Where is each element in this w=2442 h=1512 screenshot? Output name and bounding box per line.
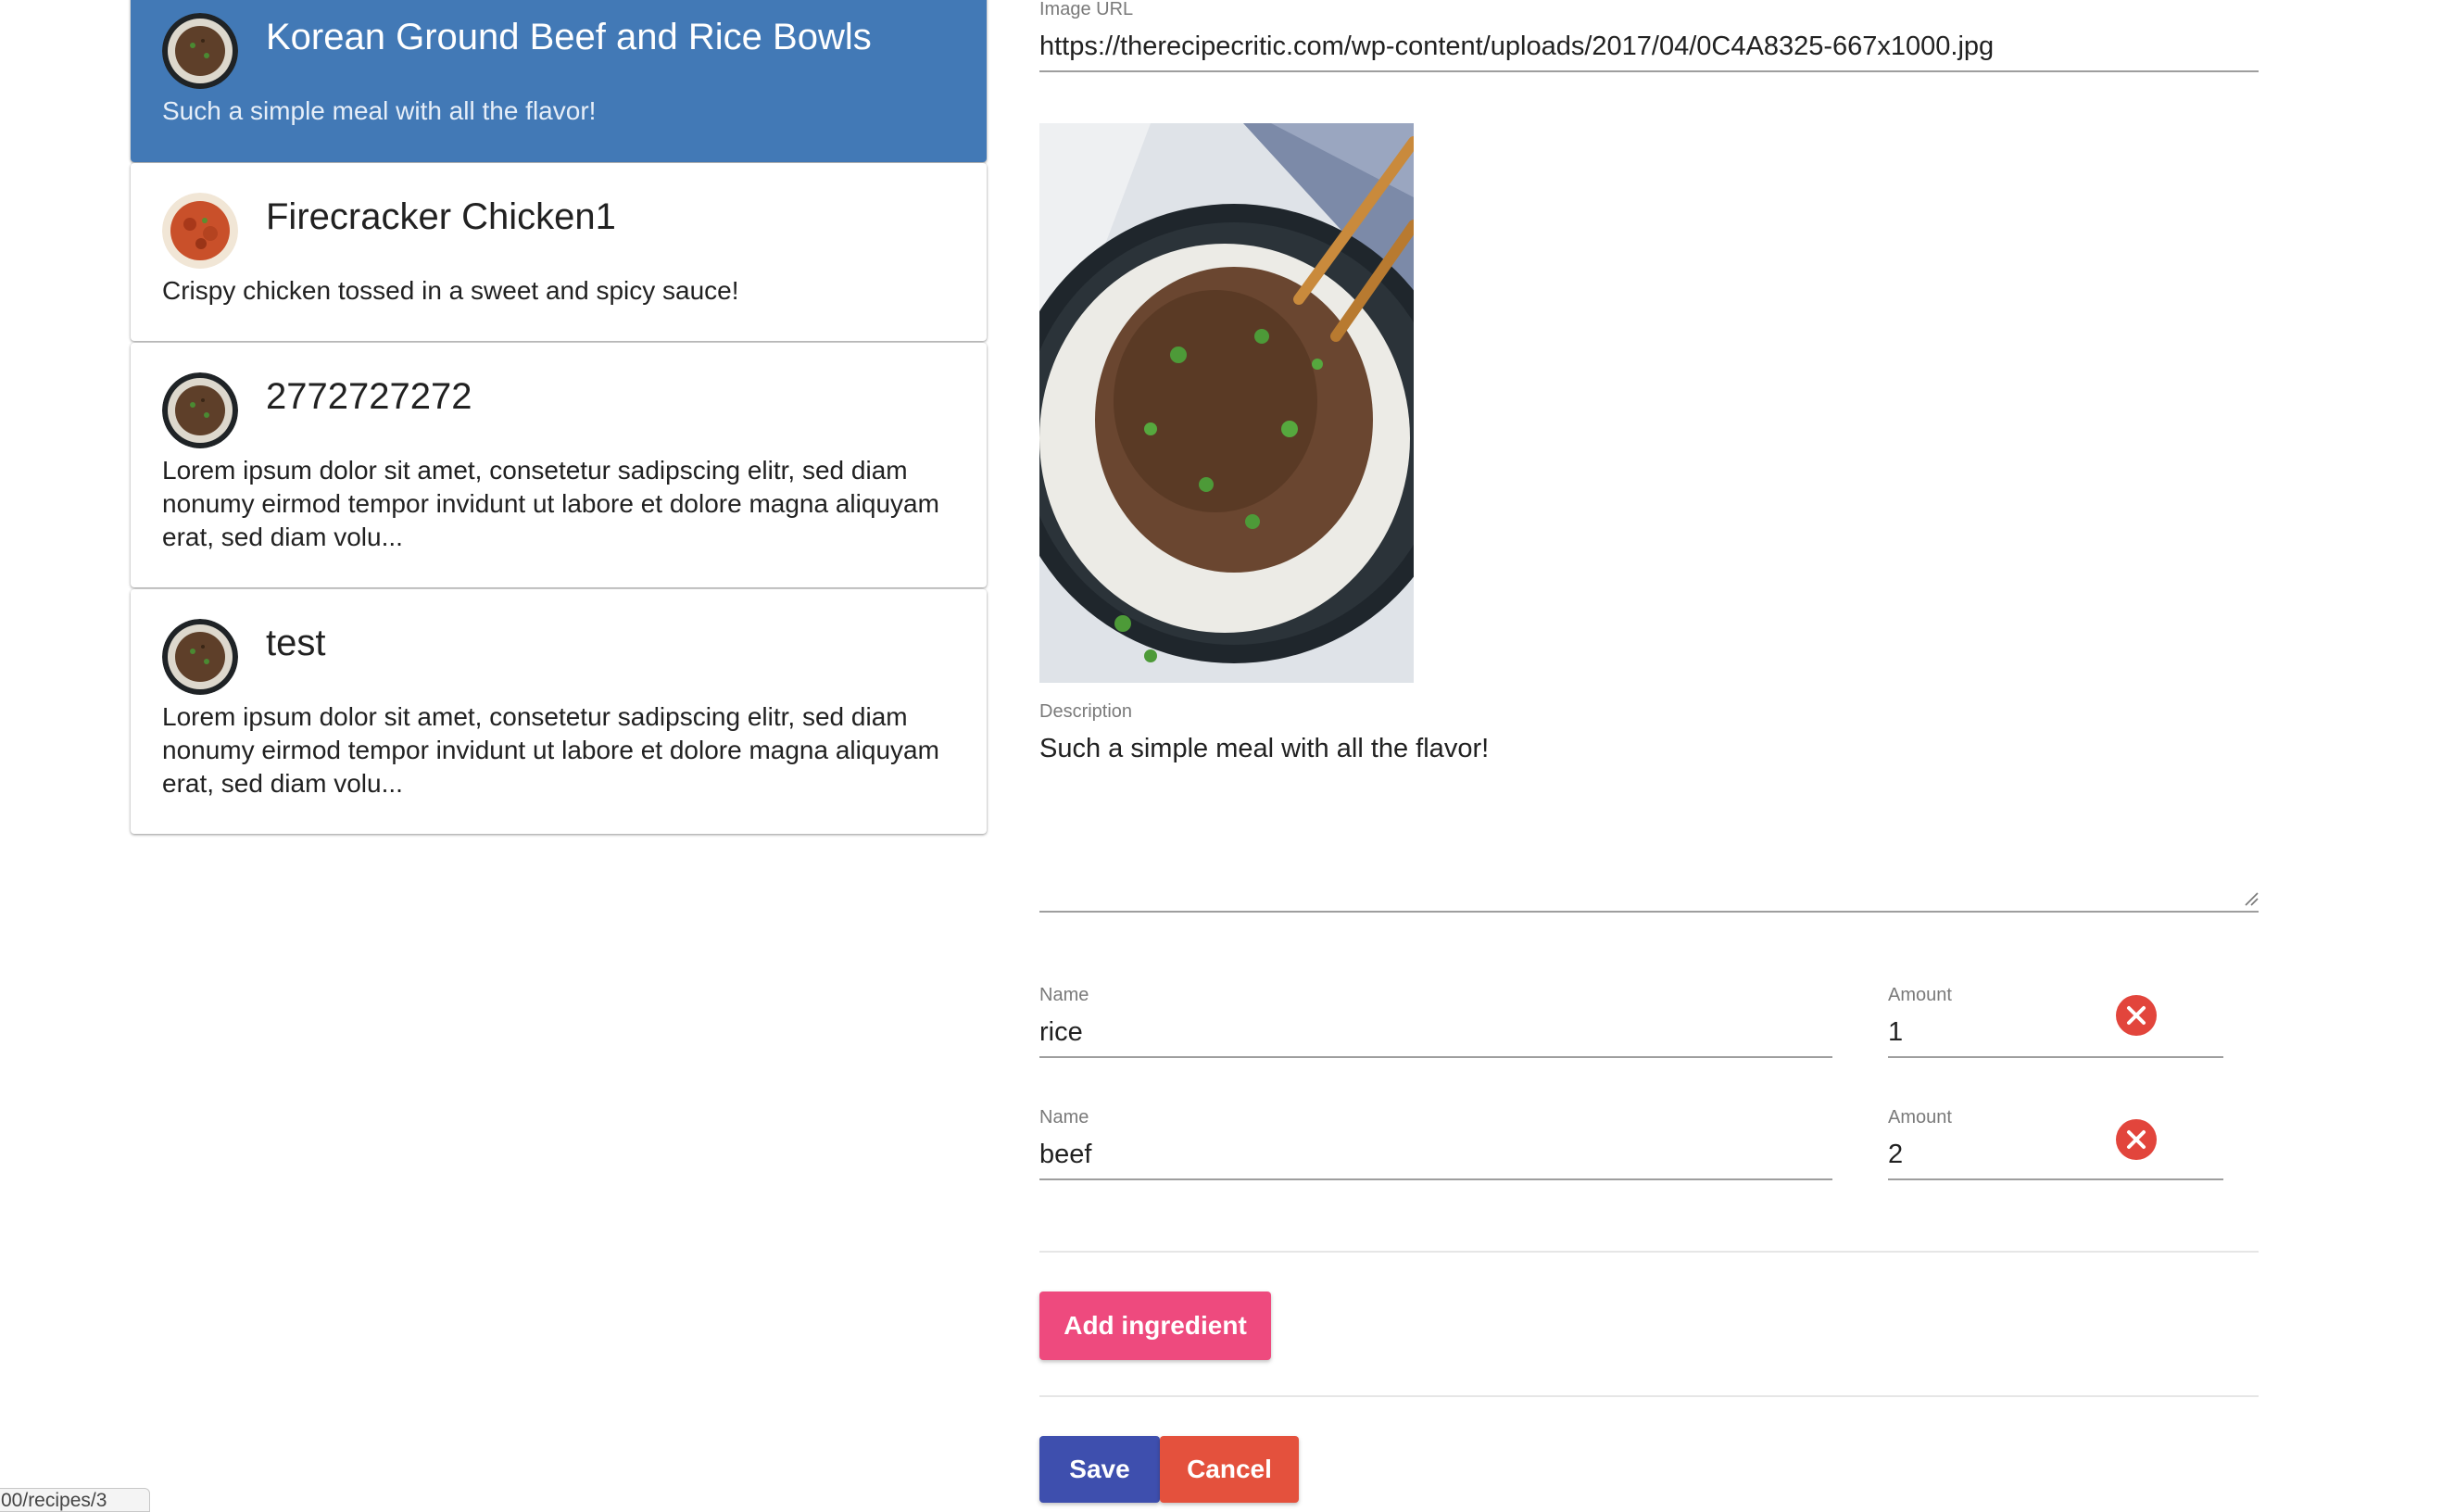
recipe-photo bbox=[1039, 123, 1414, 683]
ingredient-name-underline bbox=[1039, 1056, 1832, 1058]
ingredient-name-underline bbox=[1039, 1178, 1832, 1180]
remove-ingredient-button[interactable] bbox=[2116, 995, 2157, 1036]
ingredient-name-input[interactable] bbox=[1039, 1138, 1831, 1171]
recipe-card[interactable]: test Lorem ipsum dolor sit amet, consete… bbox=[131, 589, 987, 834]
recipe-card-active[interactable]: Korean Ground Beef and Rice Bowls Such a… bbox=[131, 0, 987, 162]
image-url-underline bbox=[1039, 70, 2259, 72]
ingredient-name-label: Name bbox=[1039, 1107, 1089, 1128]
recipe-card[interactable]: 2772727272 Lorem ipsum dolor sit amet, c… bbox=[131, 343, 987, 587]
recipe-thumbnail-avatar bbox=[162, 372, 238, 448]
recipe-description: Lorem ipsum dolor sit amet, consetetur s… bbox=[162, 702, 939, 798]
ingredient-name-input[interactable] bbox=[1039, 1015, 1831, 1049]
ingredient-amount-underline bbox=[1888, 1056, 2223, 1058]
recipe-description: Such a simple meal with all the flavor! bbox=[162, 96, 597, 125]
ingredient-amount-label: Amount bbox=[1888, 1107, 1952, 1128]
recipe-card[interactable]: Firecracker Chicken1 Crispy chicken toss… bbox=[131, 163, 987, 341]
recipe-description: Crispy chicken tossed in a sweet and spi… bbox=[162, 276, 739, 305]
description-underline bbox=[1039, 911, 2259, 913]
ingredient-amount-input[interactable] bbox=[1888, 1015, 2092, 1049]
recipe-thumbnail-avatar bbox=[162, 13, 238, 89]
remove-ingredient-button[interactable] bbox=[2116, 1119, 2157, 1160]
description-label: Description bbox=[1039, 701, 1133, 722]
recipe-thumbnail-avatar bbox=[162, 619, 238, 695]
ingredient-name-label: Name bbox=[1039, 985, 1089, 1005]
ingredient-amount-underline bbox=[1888, 1178, 2223, 1180]
recipe-title: 2772727272 bbox=[266, 376, 472, 417]
close-circle-icon bbox=[2127, 1006, 2146, 1025]
image-url-input[interactable] bbox=[1039, 30, 2257, 63]
ingredient-amount-input[interactable] bbox=[1888, 1138, 2092, 1171]
recipe-thumbnail-avatar bbox=[162, 193, 238, 269]
save-button[interactable]: Save bbox=[1039, 1436, 1160, 1503]
cancel-button[interactable]: Cancel bbox=[1160, 1436, 1299, 1503]
recipe-title: Firecracker Chicken1 bbox=[266, 196, 616, 237]
recipe-title: test bbox=[266, 623, 326, 663]
image-url-label: Image URL bbox=[1039, 0, 1134, 19]
close-circle-icon bbox=[2127, 1130, 2146, 1149]
recipe-description: Lorem ipsum dolor sit amet, consetetur s… bbox=[162, 456, 939, 551]
actions-divider bbox=[1039, 1395, 2259, 1397]
add-ingredient-button[interactable]: Add ingredient bbox=[1039, 1292, 1271, 1360]
description-textarea[interactable]: Such a simple meal with all the flavor! bbox=[1039, 732, 2244, 765]
ingredient-amount-label: Amount bbox=[1888, 985, 1952, 1005]
ingredients-divider bbox=[1039, 1251, 2259, 1253]
recipe-title: Korean Ground Beef and Rice Bowls bbox=[266, 17, 872, 57]
resize-grip-icon[interactable] bbox=[2244, 891, 2259, 906]
status-bar-url: 00/recipes/3 bbox=[0, 1488, 150, 1512]
